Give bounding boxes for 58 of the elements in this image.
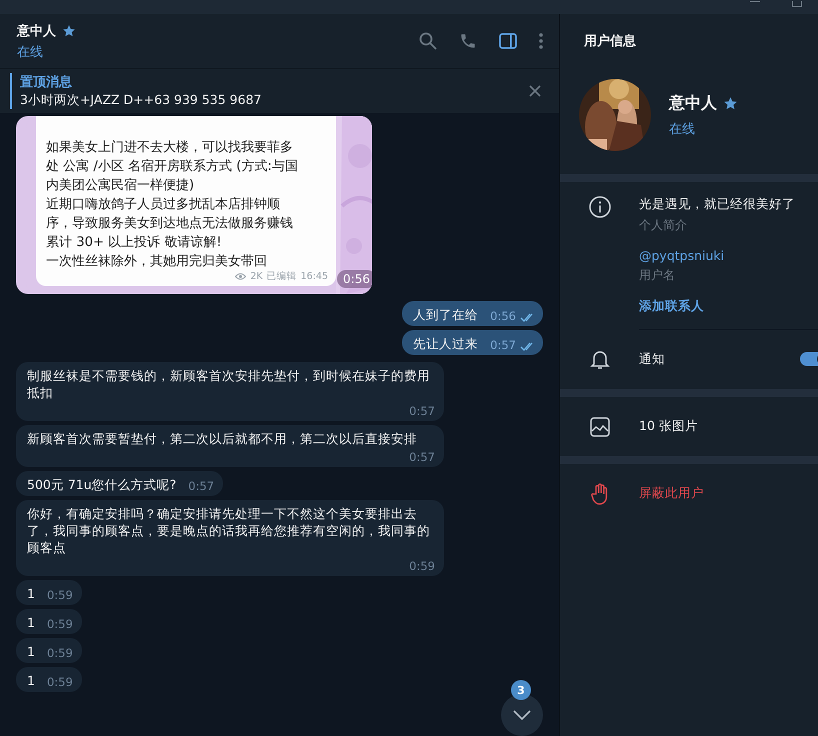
message-text: 500元 71u您什么方式呢? (27, 476, 176, 493)
bell-icon (590, 349, 610, 370)
chevron-down-icon (513, 710, 531, 720)
add-contact-link[interactable]: 添加联系人 (639, 298, 795, 315)
message-time: 0:57 (409, 403, 435, 420)
sidebar-toggle-icon[interactable] (499, 33, 517, 49)
pinned-label: 置顶消息 (20, 74, 73, 91)
message-time: 0:57 (490, 337, 516, 354)
online-status: 在线 (17, 44, 44, 60)
profile-name: 意中人 (669, 92, 717, 114)
message-time: 0:57 (188, 478, 214, 495)
bio-text: 光是遇见，就已经很美好了 (639, 196, 795, 213)
username-link[interactable]: @pyqtpsniuki (639, 248, 795, 263)
field-label: 个人简介 (639, 217, 688, 234)
message-time: 16:45 (300, 271, 328, 282)
message-text: 1 (27, 672, 35, 689)
message-time: 0:59 (46, 587, 73, 604)
message-text: 1 (27, 643, 35, 660)
phone-icon[interactable] (459, 32, 477, 50)
field-label: 用户名 (639, 267, 676, 284)
message-text: 新顾客首次需要暂垫付，第二次以后就都不用，第二次以后直接安排 (27, 430, 417, 447)
online-status: 在线 (669, 120, 696, 138)
message-time: 0:59 (46, 674, 73, 691)
pinned-message-bar[interactable]: 置顶消息 3小时两次+JAZZ D++63 939 535 9687 (0, 68, 559, 113)
message-text: 你好，有确定安排吗？确定安排请先处理一下不然这个美女要排出去了，我同事的顾客点，要是晚点的话我再给您推荐有空闲的，我同事的顾客点 (27, 505, 431, 556)
message-text: 1 (27, 585, 35, 602)
message-time: 0:56 (490, 308, 516, 325)
scroll-down-button[interactable] (501, 694, 543, 736)
notifications-label[interactable]: 通知 (639, 351, 665, 368)
message-time: 0:57 (409, 449, 435, 466)
search-icon[interactable] (419, 32, 437, 50)
video-duration: 0:56 (337, 270, 372, 288)
hand-icon (590, 482, 608, 504)
info-icon (588, 196, 610, 218)
message-text: 制服丝袜是不需要钱的，新顾客首次安排先垫付，到时候在妹子的费用抵扣 (27, 367, 431, 401)
message-text: 人到了在给 (413, 306, 478, 323)
message-text: 先让人过来 (413, 335, 478, 352)
unread-badge: 3 (511, 680, 531, 700)
block-user-button[interactable]: 屏蔽此用户 (639, 485, 704, 502)
panel-title: 用户信息 (584, 32, 636, 50)
message-time: 0:59 (46, 616, 73, 633)
more-menu-icon[interactable] (539, 33, 543, 49)
chat-title: 意中人 (17, 22, 56, 40)
message-text: 如果美女上门进不去大楼，可以找我要菲多处 公寓 /小区 名宿开房联系方式 (方式:与国内美团公寓民宿一样便捷) 近期口嗨放鸽子人员过多扰乱本店排钟顺序，导致服务美女到达地点无法做服务赚钱累计 30+ 以上投诉 敬请谅解! 一次性丝袜除外，其她用完归美女带回 (46, 139, 299, 271)
edited-label: 已编辑 (266, 270, 297, 283)
maximize-icon[interactable] (792, 1, 802, 7)
view-count: 2K (250, 271, 263, 282)
minimize-icon[interactable] (750, 1, 760, 3)
star-icon (62, 24, 76, 38)
star-icon (723, 96, 738, 110)
close-icon[interactable] (529, 85, 541, 97)
media-count[interactable]: 10 张图片 (639, 418, 698, 435)
image-icon (590, 416, 610, 436)
message-time: 0:59 (46, 645, 73, 662)
views-icon (235, 273, 246, 280)
message-text: 1 (27, 614, 35, 631)
message-time: 0:59 (409, 558, 435, 575)
pinned-text: 3小时两次+JAZZ D++63 939 535 9687 (20, 92, 262, 109)
